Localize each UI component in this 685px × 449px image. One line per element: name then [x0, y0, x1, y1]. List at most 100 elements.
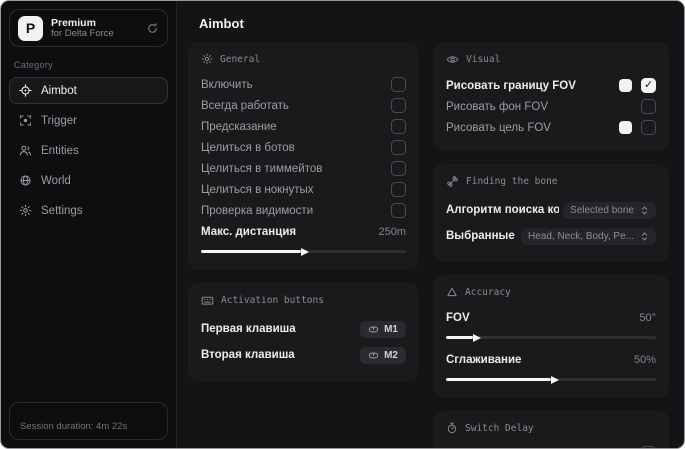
mouse-icon: [368, 350, 379, 361]
selected-bones-select[interactable]: Head, Neck, Body, Pe...: [521, 227, 656, 245]
visual-card: Visual Рисовать границу FOV Рисовать фон…: [433, 42, 669, 151]
bone-algorithm-select[interactable]: Selected bone: [563, 201, 656, 219]
toggle-row: Задержка переключения: [446, 443, 656, 448]
checkbox[interactable]: [641, 446, 656, 448]
slider-value: 50°: [639, 311, 656, 324]
brand-subtitle: for Delta Force: [51, 27, 114, 39]
keybind-row: Первая клавиша M1: [201, 316, 406, 342]
sidebar-item-aimbot[interactable]: Aimbot: [9, 77, 168, 104]
expand-icon: [640, 231, 649, 242]
keybind-label: Первая клавиша: [201, 323, 296, 335]
visual-row: Рисовать фон FOV: [446, 96, 656, 117]
eye-icon: [446, 53, 459, 66]
toggle-label: Предсказание: [201, 120, 277, 133]
toggle-row: Всегда работать: [201, 95, 406, 116]
checkbox[interactable]: [391, 161, 406, 176]
select-value: Selected bone: [570, 204, 634, 216]
visual-label: Рисовать границу FOV: [446, 79, 576, 92]
keybind-row: Вторая клавиша M2: [201, 342, 406, 368]
toggle-label: Целиться в тиммейтов: [201, 162, 323, 175]
checkbox[interactable]: [391, 77, 406, 92]
keybind-label: Вторая клавиша: [201, 349, 295, 361]
general-card-header: General: [201, 53, 406, 65]
brand-title: Premium: [51, 16, 96, 29]
activation-card-header: Activation buttons: [201, 294, 406, 307]
slider-row: FOV 50°: [446, 307, 656, 328]
slider-label: Сглаживание: [446, 353, 522, 366]
keyboard-icon: [201, 294, 214, 307]
sidebar-item-label: Entities: [41, 144, 79, 157]
toggle-label: Целиться в нокнутых: [201, 183, 314, 196]
keybind-button-m1[interactable]: M1: [360, 320, 406, 338]
checkbox[interactable]: [391, 119, 406, 134]
sidebar-item-label: World: [41, 174, 71, 187]
bone-card-header: Finding the bone: [446, 175, 656, 188]
session-duration: Session duration: 4m 22s: [20, 421, 128, 432]
brand-card: P Premium for Delta Force: [9, 9, 168, 47]
sidebar-item-trigger[interactable]: Trigger: [9, 107, 168, 134]
slider-fill: [446, 378, 551, 381]
slider-label: Макс. дистанция: [201, 225, 297, 238]
slider-fill: [201, 250, 302, 253]
slider-value: 250m: [378, 225, 406, 238]
brand-logo: P: [18, 15, 43, 41]
max-distance-slider[interactable]: [201, 245, 406, 257]
sidebar-item-world[interactable]: World: [9, 167, 168, 194]
toggle-row: Предсказание: [201, 116, 406, 137]
checkbox[interactable]: [641, 120, 656, 135]
checkbox[interactable]: [391, 203, 406, 218]
card-header-label: Accuracy: [465, 286, 511, 298]
card-header-label: General: [220, 53, 261, 65]
sidebar-item-settings[interactable]: Settings: [9, 197, 168, 224]
toggle-label: Целиться в ботов: [201, 141, 295, 154]
visual-label: Рисовать фон FOV: [446, 100, 548, 113]
checkbox[interactable]: [641, 99, 656, 114]
bone-icon: [446, 175, 459, 188]
gear-icon: [19, 204, 32, 217]
toggle-label: Включить: [201, 78, 253, 91]
main-panel: Aimbot General Включить Всегда работать …: [176, 1, 684, 448]
sidebar: P Premium for Delta Force Category Aimbo…: [1, 1, 176, 448]
refresh-icon[interactable]: [146, 22, 159, 35]
mouse-icon: [368, 324, 379, 335]
card-header-label: Switch Delay: [465, 422, 534, 434]
slider-fill: [446, 336, 474, 339]
select-row: Алгоритм поиска кост Selected bone: [446, 197, 656, 223]
checkbox[interactable]: [391, 98, 406, 113]
smoothing-slider[interactable]: [446, 373, 656, 385]
crosshair-icon: [19, 84, 32, 97]
select-label: Выбранные кос: [446, 230, 517, 242]
visual-row: Рисовать цель FOV: [446, 117, 656, 138]
brand-text: Premium for Delta Force: [51, 17, 138, 40]
keybind-button-m2[interactable]: M2: [360, 346, 406, 364]
general-card: General Включить Всегда работать Предска…: [188, 42, 419, 270]
fov-slider[interactable]: [446, 331, 656, 343]
toggle-row: Включить: [201, 74, 406, 95]
color-swatch[interactable]: [619, 79, 632, 92]
checkbox[interactable]: [641, 78, 656, 93]
toggle-label: Всегда работать: [201, 99, 289, 112]
toggle-row: Целиться в ботов: [201, 137, 406, 158]
stopwatch-icon: [446, 422, 458, 434]
slider-label: FOV: [446, 311, 470, 324]
checkbox[interactable]: [391, 140, 406, 155]
entities-icon: [19, 144, 32, 157]
sidebar-item-label: Aimbot: [41, 84, 77, 97]
sidebar-item-entities[interactable]: Entities: [9, 137, 168, 164]
checkbox[interactable]: [391, 182, 406, 197]
expand-icon: [640, 205, 649, 216]
trigger-icon: [19, 114, 32, 127]
bone-card: Finding the bone Алгоритм поиска кост Se…: [433, 164, 669, 262]
category-label: Category: [14, 60, 53, 70]
accuracy-card-header: Accuracy: [446, 286, 656, 298]
switch-delay-card: Switch Delay Задержка переключения Задер…: [433, 411, 669, 448]
keybind-key: M2: [384, 349, 398, 361]
visual-card-header: Visual: [446, 53, 656, 66]
accuracy-card: Accuracy FOV 50° Сглаживание 50%: [433, 275, 669, 398]
toggle-row: Проверка видимости: [201, 200, 406, 221]
visual-label: Рисовать цель FOV: [446, 121, 551, 134]
color-swatch[interactable]: [619, 121, 632, 134]
app-window: P Premium for Delta Force Category Aimbo…: [0, 0, 685, 449]
slider-row: Сглаживание 50%: [446, 349, 656, 370]
toggle-label: Проверка видимости: [201, 204, 314, 217]
